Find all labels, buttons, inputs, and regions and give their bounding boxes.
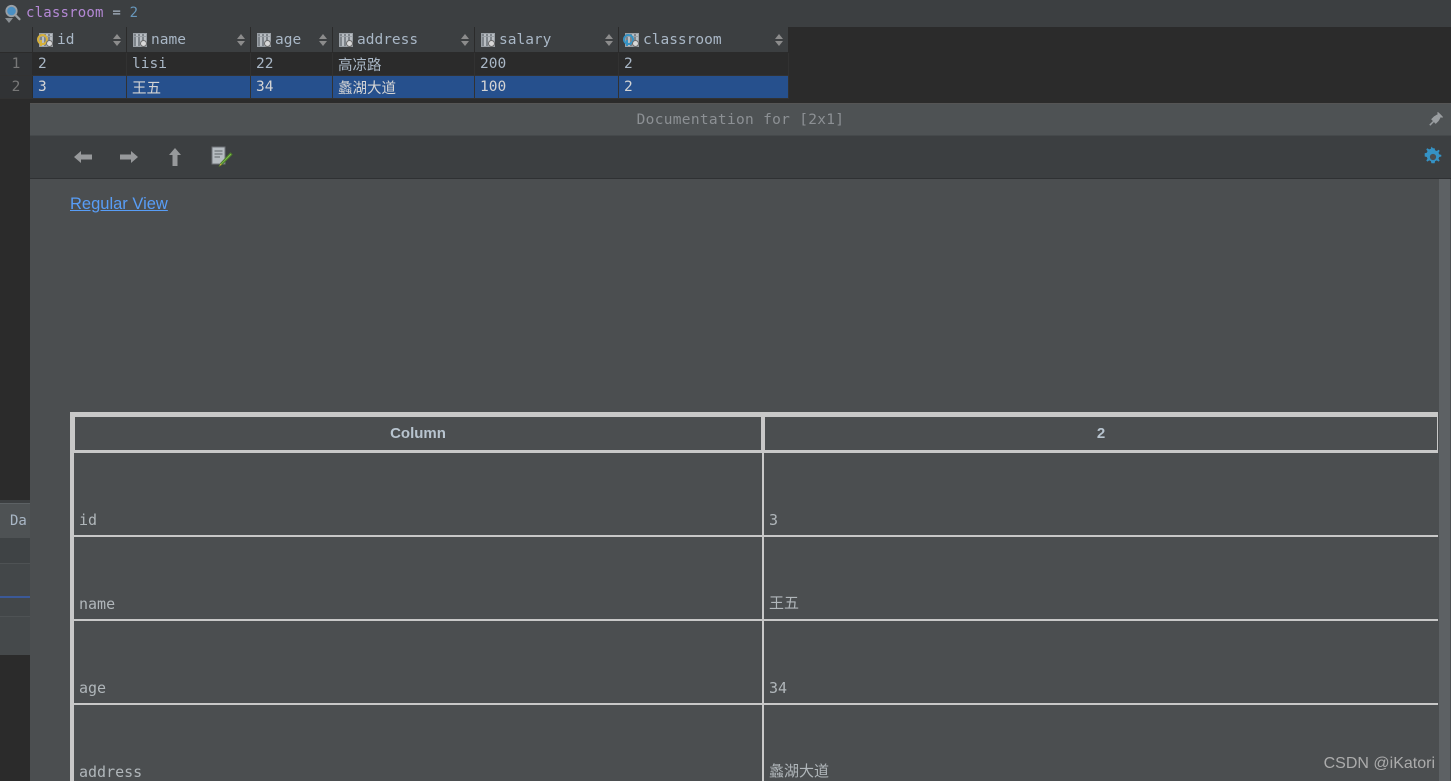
table-column-icon (480, 32, 495, 47)
grid-column-label: address (357, 31, 419, 48)
pin-icon[interactable] (1427, 110, 1445, 128)
filter-column: classroom (26, 5, 104, 21)
database-table-viewer: classroom = 2 id name age address salary… (0, 0, 1451, 781)
doc-cell-value: 34 (763, 620, 1439, 704)
doc-cell-value: 王五 (763, 536, 1439, 620)
cell-age[interactable]: 34 (250, 75, 333, 99)
doc-table-header-row: Column 2 (73, 415, 1439, 452)
gear-icon[interactable] (1420, 144, 1446, 170)
strip-upper-blank (0, 103, 30, 500)
filter-search-icon[interactable] (0, 1, 26, 27)
strip-segment (0, 564, 30, 596)
result-grid-table: id name age address salary classroom 1 2… (0, 27, 789, 99)
table-column-icon (132, 32, 147, 47)
doc-cell-value: 3 (763, 452, 1439, 536)
strip-lower-blank (0, 655, 30, 778)
cell-age[interactable]: 22 (250, 52, 333, 76)
doc-column-header-value: 2 (763, 415, 1439, 452)
table-column-icon (256, 32, 271, 47)
strip-segment (0, 617, 30, 655)
up-arrow-icon[interactable] (162, 144, 188, 170)
back-arrow-icon[interactable] (70, 144, 96, 170)
documentation-body: Regular View Column 2 id 3 name 王五 age 3… (30, 179, 1451, 781)
doc-cell-column: id (73, 452, 763, 536)
cell-salary[interactable]: 100 (474, 75, 619, 99)
left-tool-strip: Da (0, 103, 31, 778)
table-row: name 王五 (73, 536, 1439, 620)
table-row: age 34 (73, 620, 1439, 704)
strip-segment (0, 598, 30, 616)
table-row[interactable]: 1 2 lisi 22 高凉路 200 2 (0, 52, 789, 76)
grid-column-header-address[interactable]: address (332, 27, 475, 53)
table-row[interactable]: 2 3 王五 34 蠡湖大道 100 2 (0, 75, 789, 99)
row-number-header (0, 27, 33, 53)
sort-arrows-icon[interactable] (113, 33, 122, 47)
grid-header-row: id name age address salary classroom (0, 27, 789, 53)
table-column-icon (338, 32, 353, 47)
cell-address[interactable]: 高凉路 (332, 52, 475, 76)
doc-cell-column: name (73, 536, 763, 620)
foreign-key-table-icon (623, 32, 639, 47)
row-number: 2 (0, 75, 33, 99)
grid-column-label: name (151, 31, 186, 48)
grid-column-header-id[interactable]: id (32, 27, 127, 53)
table-row: id 3 (73, 452, 1439, 536)
documentation-panel: Documentation for [2x1] Regular View Col… (30, 103, 1451, 781)
grid-column-label: age (275, 31, 302, 48)
sort-arrows-icon[interactable] (237, 33, 246, 47)
grid-column-header-age[interactable]: age (250, 27, 333, 53)
grid-column-label: salary (499, 31, 552, 48)
watermark: CSDN @iKatori (1323, 755, 1435, 772)
documentation-table: Column 2 id 3 name 王五 age 34 address 蠡湖大… (70, 412, 1442, 781)
cell-classroom[interactable]: 2 (618, 75, 789, 99)
regular-view-link[interactable]: Regular View (70, 195, 168, 214)
row-number: 1 (0, 52, 33, 76)
sort-arrows-icon[interactable] (319, 33, 328, 47)
sort-arrows-icon[interactable] (461, 33, 470, 47)
filter-expression[interactable]: classroom = 2 (26, 0, 138, 27)
sidebar-item-database[interactable]: Da (0, 503, 30, 538)
forward-arrow-icon[interactable] (116, 144, 142, 170)
cell-id[interactable]: 2 (32, 52, 127, 76)
sort-arrows-icon[interactable] (775, 33, 784, 47)
grid-column-label: id (57, 31, 75, 48)
cell-name[interactable]: 王五 (126, 75, 251, 99)
documentation-scrollbar[interactable] (1438, 179, 1451, 781)
page-title: Documentation for [2x1] (636, 111, 845, 128)
filter-operator: = (112, 5, 121, 21)
filter-bar: classroom = 2 (0, 0, 1451, 28)
filter-value: 2 (129, 5, 139, 21)
edit-document-icon[interactable] (208, 144, 234, 170)
documentation-toolbar (30, 136, 1451, 179)
scrollbar-thumb[interactable] (1439, 179, 1450, 781)
doc-cell-column: age (73, 620, 763, 704)
sort-arrows-icon[interactable] (605, 33, 614, 47)
cell-classroom[interactable]: 2 (618, 52, 789, 76)
grid-column-header-name[interactable]: name (126, 27, 251, 53)
cell-address[interactable]: 蠡湖大道 (332, 75, 475, 99)
cell-name[interactable]: lisi (126, 52, 251, 76)
cell-id[interactable]: 3 (32, 75, 127, 99)
doc-cell-column: address (73, 704, 763, 781)
cell-salary[interactable]: 200 (474, 52, 619, 76)
strip-segment (0, 538, 30, 563)
table-row: address 蠡湖大道 (73, 704, 1439, 781)
grid-column-header-salary[interactable]: salary (474, 27, 619, 53)
result-data-grid[interactable]: id name age address salary classroom 1 2… (0, 27, 1451, 103)
doc-column-header-column: Column (73, 415, 763, 452)
documentation-title-bar: Documentation for [2x1] (30, 104, 1451, 136)
primary-key-table-icon (37, 32, 53, 47)
grid-column-header-classroom[interactable]: classroom (618, 27, 789, 53)
grid-column-label: classroom (643, 31, 722, 48)
